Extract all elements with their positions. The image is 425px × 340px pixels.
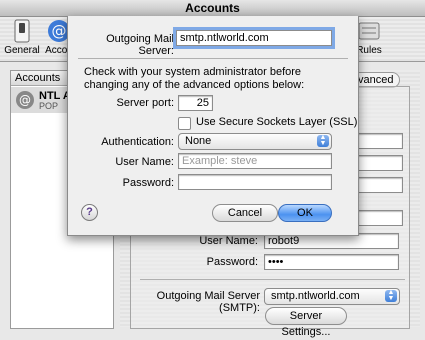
password-field[interactable]: •••• — [264, 254, 399, 270]
divider — [140, 279, 405, 280]
help-button[interactable]: ? — [81, 204, 98, 221]
server-settings-button[interactable]: Server Settings... — [265, 307, 347, 338]
server-port-field[interactable]: 25 — [178, 95, 213, 111]
popup-arrows-icon: ▲ ▼ — [385, 289, 397, 302]
divider — [78, 58, 348, 59]
hidden-field-2[interactable] — [358, 155, 403, 171]
smtp-label: Outgoing Mail Server (SMTP): — [156, 290, 260, 314]
window-title: Accounts — [185, 1, 240, 15]
authentication-popup[interactable]: None ▲ ▼ — [178, 133, 332, 150]
hidden-field-1[interactable] — [358, 133, 403, 149]
svg-text:@: @ — [52, 22, 67, 40]
svg-text:@: @ — [19, 93, 31, 107]
popup-arrows-icon: ▲ ▼ — [317, 134, 329, 147]
server-port-label: Server port: — [116, 97, 174, 109]
smtp-server-value: smtp.ntlworld.com — [271, 290, 360, 302]
toolbar-general[interactable]: General — [4, 19, 40, 56]
password-label: Password: — [206, 256, 258, 268]
mail-account-icon: @ — [16, 91, 34, 109]
outgoing-server-label: Outgoing Mail Server: — [106, 33, 174, 57]
outgoing-server-field[interactable]: smtp.ntlworld.com — [176, 30, 332, 46]
cancel-button[interactable]: Cancel — [212, 204, 278, 222]
hidden-field-4[interactable] — [358, 210, 403, 226]
user-name-label: User Name: — [199, 235, 258, 247]
ssl-label: Use Secure Sockets Layer (SSL) — [196, 116, 358, 128]
account-type: POP — [39, 101, 59, 111]
password-label: Password: — [122, 177, 174, 189]
authentication-label: Authentication: — [101, 136, 174, 148]
username-label: User Name: — [115, 156, 174, 168]
password-field[interactable] — [178, 174, 332, 190]
username-field[interactable]: Example: steve — [178, 153, 332, 169]
switch-icon — [9, 19, 35, 43]
toolbar-rules-label: Rules — [356, 45, 382, 56]
smtp-options-sheet: Outgoing Mail Server: smtp.ntlworld.com … — [67, 16, 359, 236]
admin-note: Check with your system administrator bef… — [84, 66, 305, 91]
ok-button[interactable]: OK — [278, 204, 332, 222]
smtp-server-popup[interactable]: smtp.ntlworld.com ▲ ▼ — [264, 288, 400, 305]
window-titlebar[interactable]: Accounts — [0, 0, 425, 17]
toolbar-general-label: General — [4, 45, 40, 56]
hidden-field-3[interactable] — [358, 177, 403, 193]
authentication-value: None — [185, 135, 212, 147]
ssl-checkbox[interactable] — [178, 117, 191, 130]
rules-icon — [356, 19, 382, 43]
